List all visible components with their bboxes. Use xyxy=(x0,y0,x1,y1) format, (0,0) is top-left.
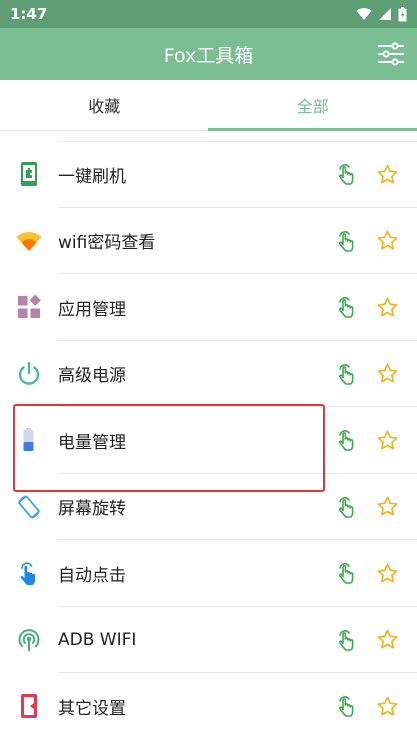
list-item[interactable]: ADB WIFI xyxy=(0,607,417,673)
list-item[interactable]: 高级电源 xyxy=(0,341,417,407)
touch-launch-icon[interactable] xyxy=(336,362,358,386)
favorite-star-icon[interactable] xyxy=(376,562,399,585)
list-item-label: 高级电源 xyxy=(58,366,126,387)
cell-signal-icon xyxy=(379,8,391,20)
active-tab-indicator xyxy=(208,128,417,131)
favorite-star-icon[interactable] xyxy=(376,163,399,186)
tab-favorites-label: 收藏 xyxy=(88,97,121,116)
list-item-label: 自动点击 xyxy=(58,565,126,586)
wifi-signal-icon xyxy=(356,8,372,20)
touch-launch-icon[interactable] xyxy=(336,162,358,186)
tap-icon xyxy=(20,562,35,586)
app-bar: Fox工具箱 xyxy=(0,28,417,80)
list-item-label: 应用管理 xyxy=(58,299,126,320)
touch-launch-icon[interactable] xyxy=(336,694,358,718)
battery-status-icon xyxy=(398,6,407,21)
list-item-label: 一键刷机 xyxy=(58,166,126,187)
favorite-star-icon[interactable] xyxy=(376,229,399,252)
favorite-star-icon[interactable] xyxy=(376,296,399,319)
list-item[interactable]: wifi密码查看 xyxy=(0,208,417,274)
list-item[interactable]: 自动点击 xyxy=(0,540,417,607)
battery-icon xyxy=(23,428,34,452)
touch-launch-icon[interactable] xyxy=(336,229,358,253)
list-item[interactable]: 一键刷机 xyxy=(0,141,417,208)
favorite-star-icon[interactable] xyxy=(376,495,399,518)
favorite-star-icon[interactable] xyxy=(376,695,399,718)
touch-launch-icon[interactable] xyxy=(336,295,358,319)
list-item[interactable]: 电量管理 xyxy=(0,407,417,474)
list-item-label: wifi密码查看 xyxy=(58,233,156,254)
touch-launch-icon[interactable] xyxy=(336,495,358,519)
touch-launch-icon[interactable] xyxy=(336,561,358,585)
app-title: Fox工具箱 xyxy=(163,44,254,67)
tab-all-label: 全部 xyxy=(296,97,329,116)
tool-list: 一键刷机 wifi密码查看 应用管理 高级电源 电量管理 屏幕旋转 自动点击 A… xyxy=(0,141,417,740)
wireless-signal-icon xyxy=(18,628,40,651)
list-item[interactable]: 应用管理 xyxy=(0,274,417,341)
wifi-icon xyxy=(16,231,42,251)
favorite-star-icon[interactable] xyxy=(376,628,399,651)
touch-launch-icon[interactable] xyxy=(336,428,358,452)
power-icon xyxy=(18,361,40,385)
list-item-label: 屏幕旋转 xyxy=(58,499,126,520)
tab-favorites[interactable]: 收藏 xyxy=(0,80,209,130)
apps-grid-icon xyxy=(18,294,41,319)
filter-settings-icon[interactable] xyxy=(377,40,405,68)
list-item-label: 其它设置 xyxy=(58,698,126,719)
favorite-star-icon[interactable] xyxy=(376,362,399,385)
tab-all[interactable]: 全部 xyxy=(209,80,417,130)
tab-bar: 收藏 全部 xyxy=(0,80,417,131)
status-icons xyxy=(356,6,407,22)
screen-rotation-icon xyxy=(18,495,40,519)
touch-launch-icon[interactable] xyxy=(336,628,358,652)
favorite-star-icon[interactable] xyxy=(376,429,399,452)
status-bar: 1:47 xyxy=(0,0,417,28)
list-item-label: 电量管理 xyxy=(58,432,126,453)
phone-puzzle-icon xyxy=(21,162,37,187)
list-item[interactable]: 屏幕旋转 xyxy=(0,474,417,540)
list-item-label: ADB WIFI xyxy=(58,629,137,650)
phone-settings-icon xyxy=(21,694,37,719)
list-item[interactable]: 其它设置 xyxy=(0,673,417,740)
status-time: 1:47 xyxy=(10,5,48,23)
